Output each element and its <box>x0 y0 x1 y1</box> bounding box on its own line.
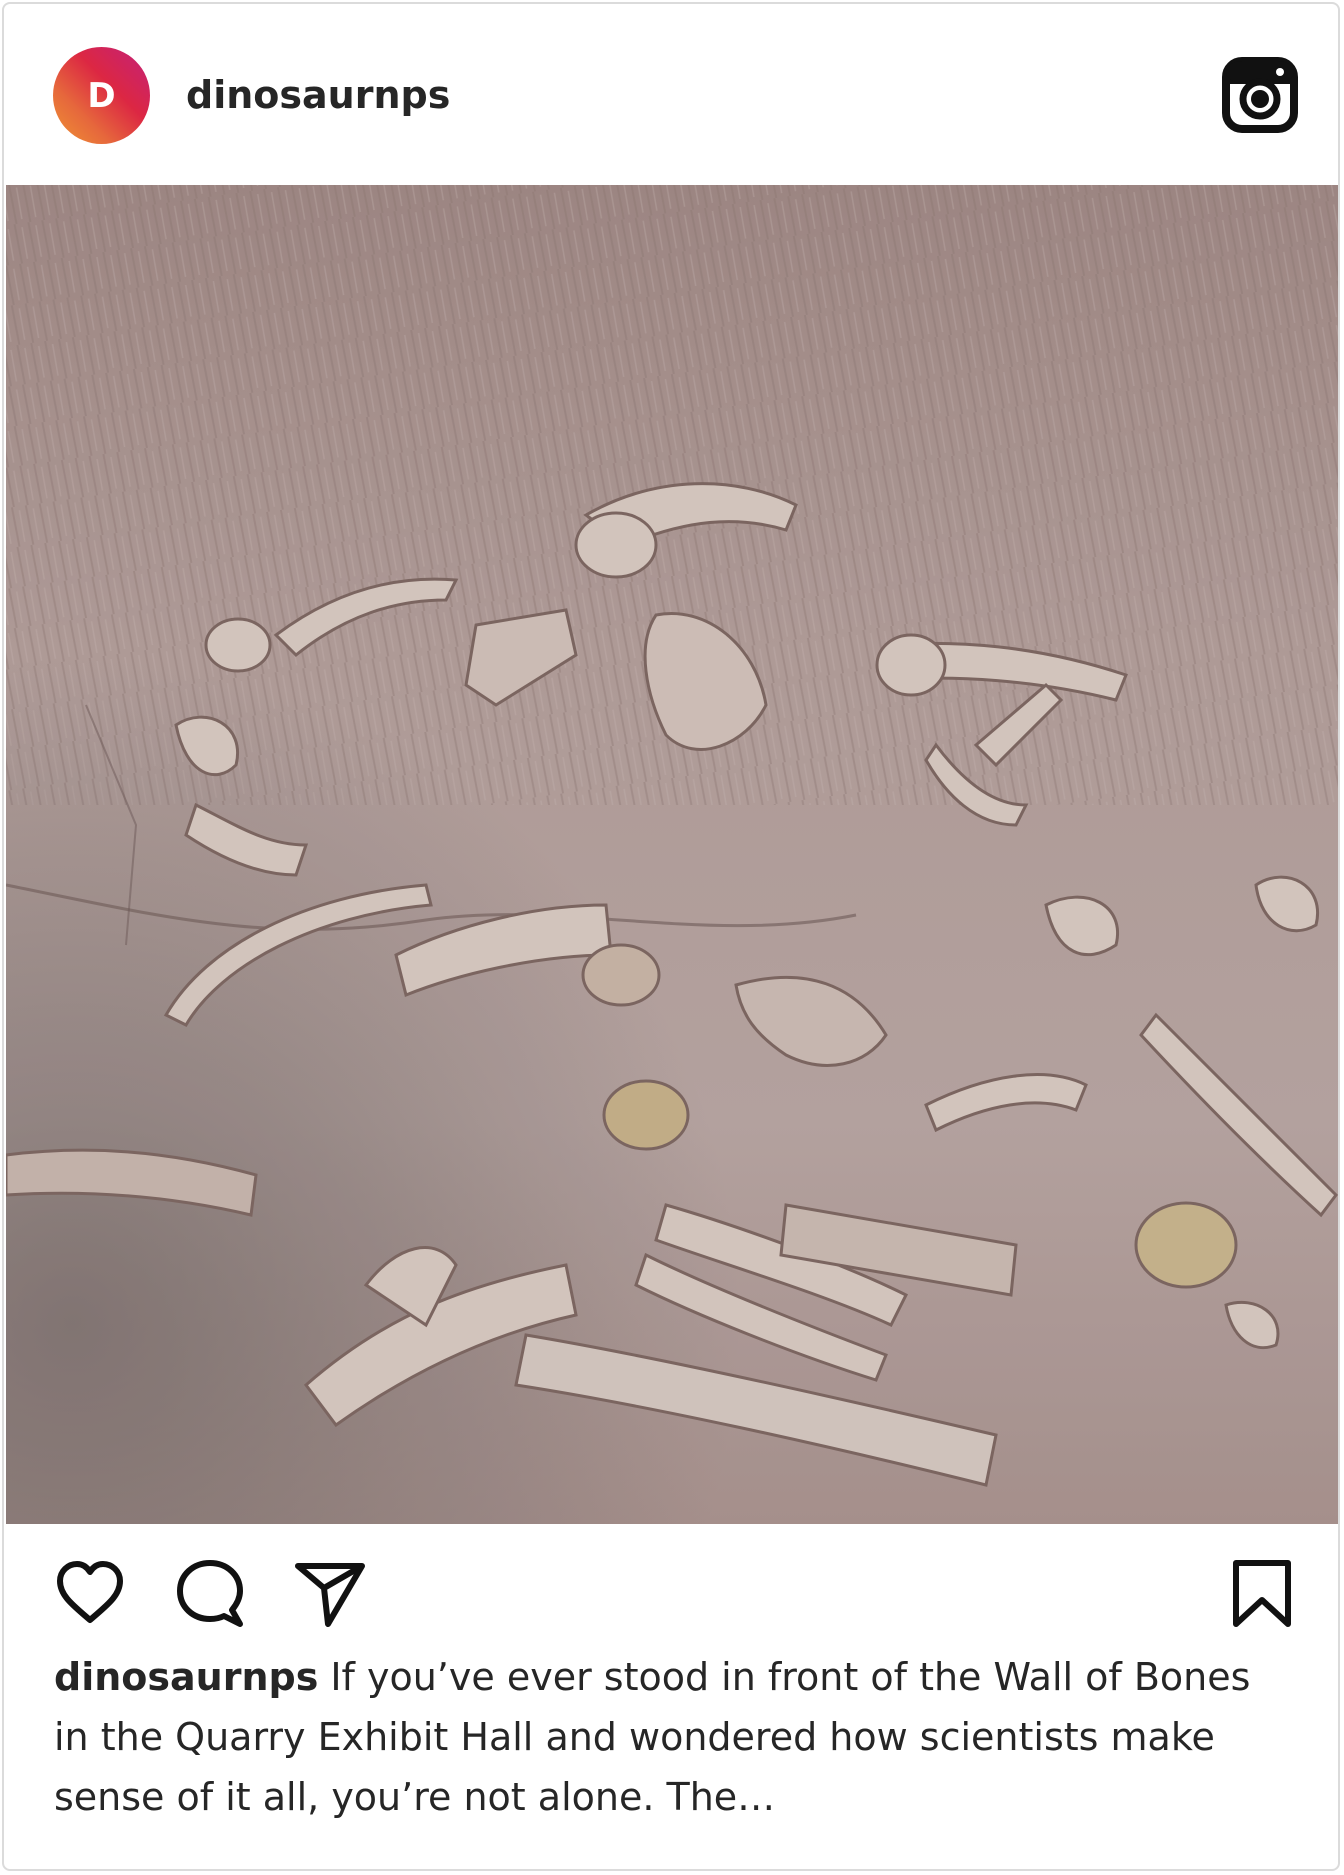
post-photo[interactable] <box>6 185 1338 1524</box>
post-caption: dinosaurnps If you’ve ever stood in front… <box>54 1647 1294 1827</box>
heart-icon[interactable] <box>54 1558 126 1630</box>
instagram-icon[interactable] <box>1222 57 1298 133</box>
avatar[interactable]: D <box>53 47 150 144</box>
bookmark-icon[interactable] <box>1226 1558 1298 1630</box>
post-actions <box>4 1524 1338 1654</box>
post-username[interactable]: dinosaurnps <box>186 72 450 118</box>
comment-icon[interactable] <box>174 1558 246 1630</box>
post-header: D dinosaurnps <box>4 4 1338 184</box>
paper-plane-icon[interactable] <box>294 1558 366 1630</box>
instagram-post-card: D dinosaurnps dinosaurnps If you’ve ever… <box>2 2 1340 1871</box>
avatar-initial: D <box>87 75 116 116</box>
caption-username[interactable]: dinosaurnps <box>54 1655 318 1699</box>
fossil-bones-image <box>6 185 1338 1524</box>
